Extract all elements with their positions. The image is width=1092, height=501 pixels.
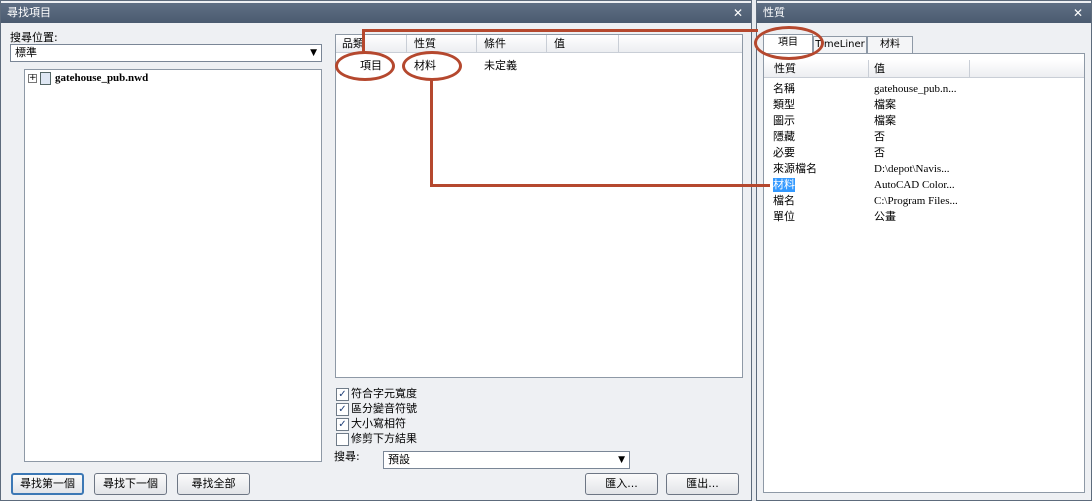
- find-items-title-bar: 尋找項目: [1, 3, 751, 23]
- property-value: 否: [874, 146, 885, 159]
- property-value: 否: [874, 130, 885, 143]
- annotation-line: [430, 79, 433, 187]
- annotation-line: [430, 184, 770, 187]
- properties-grid-header: 性質 值: [764, 60, 1084, 78]
- grid-header-separator: [969, 60, 970, 78]
- property-row[interactable]: 隱藏 否: [773, 130, 1073, 146]
- property-name: 隱藏: [773, 130, 795, 143]
- search-mode-select[interactable]: 預設 ▼: [383, 451, 630, 469]
- search-mode-value: 預設: [388, 453, 410, 466]
- search-location-select[interactable]: 標準 ▼: [10, 44, 322, 62]
- annotation-line: [362, 29, 758, 32]
- chevron-down-icon: ▼: [310, 48, 317, 58]
- annotation-ellipse-item-tab: [754, 26, 824, 60]
- tab-material[interactable]: 材料: [867, 36, 913, 53]
- property-value: 檔案: [874, 114, 896, 127]
- expand-icon[interactable]: +: [28, 74, 37, 83]
- property-name: 來源檔名: [773, 162, 817, 175]
- option-label: 大小寫相符: [351, 417, 406, 430]
- annotation-ellipse-material: [402, 51, 462, 81]
- property-row[interactable]: 名稱 gatehouse_pub.n...: [773, 82, 1073, 98]
- search-mode-label: 搜尋:: [334, 450, 360, 463]
- find-items-close-icon[interactable]: ✕: [730, 3, 746, 23]
- annotation-ellipse-item: [335, 51, 395, 81]
- property-value: 公畫: [874, 210, 896, 223]
- grid-header-separator: [868, 60, 869, 78]
- property-name: 名稱: [773, 82, 795, 95]
- find-all-button[interactable]: 尋找全部: [177, 473, 250, 495]
- conditions-grid[interactable]: 品類 性質 條件 值 項目 材料 未定義: [335, 34, 743, 378]
- import-button[interactable]: 匯入...: [585, 473, 658, 495]
- search-location-value: 標準: [15, 46, 37, 59]
- grid-header-condition[interactable]: 條件: [484, 35, 506, 53]
- grid-header-separator: [406, 35, 407, 53]
- grid-cell-condition[interactable]: 未定義: [484, 59, 517, 73]
- checkbox-checked-icon[interactable]: ✓: [336, 388, 349, 401]
- property-value: AutoCAD Color...: [874, 179, 955, 191]
- properties-header-value[interactable]: 值: [874, 60, 885, 78]
- selection-tree[interactable]: + gatehouse_pub.nwd: [24, 69, 322, 462]
- find-first-button[interactable]: 尋找第一個: [11, 473, 84, 495]
- checkbox-checked-icon[interactable]: ✓: [336, 418, 349, 431]
- grid-header-value[interactable]: 值: [554, 35, 565, 53]
- properties-title-bar: 性質: [757, 3, 1091, 23]
- property-row[interactable]: 必要 否: [773, 146, 1073, 162]
- checkbox-unchecked-icon[interactable]: [336, 433, 349, 446]
- properties-title: 性質: [763, 6, 785, 19]
- option-label: 符合字元寬度: [351, 387, 417, 400]
- option-label: 修剪下方結果: [351, 432, 417, 445]
- export-button[interactable]: 匯出...: [666, 473, 739, 495]
- properties-close-icon[interactable]: ✕: [1070, 3, 1086, 23]
- grid-header: 品類 性質 條件 值: [336, 35, 742, 53]
- checkbox-checked-icon[interactable]: ✓: [336, 403, 349, 416]
- property-value: gatehouse_pub.n...: [874, 83, 957, 95]
- property-row[interactable]: 類型 檔案: [773, 98, 1073, 114]
- property-row[interactable]: 圖示 檔案: [773, 114, 1073, 130]
- properties-header-property[interactable]: 性質: [774, 60, 796, 78]
- option-label: 區分變音符號: [351, 402, 417, 415]
- chevron-down-icon: ▼: [618, 455, 625, 465]
- tree-item-label: gatehouse_pub.nwd: [55, 72, 149, 84]
- property-row[interactable]: 單位 公畫: [773, 210, 1073, 226]
- grid-header-separator: [618, 35, 619, 53]
- grid-header-separator: [546, 35, 547, 53]
- property-name: 必要: [773, 146, 795, 159]
- file-icon: [40, 72, 51, 85]
- property-row[interactable]: 檔名 C:\Program Files...: [773, 194, 1073, 210]
- property-row[interactable]: 來源檔名 D:\depot\Navis...: [773, 162, 1073, 178]
- find-items-title: 尋找項目: [7, 6, 51, 19]
- find-next-button[interactable]: 尋找下一個: [94, 473, 167, 495]
- property-name: 材料: [773, 178, 795, 192]
- search-location-label: 搜尋位置:: [10, 31, 58, 44]
- property-name: 單位: [773, 210, 795, 223]
- property-value: 檔案: [874, 98, 896, 111]
- property-value: C:\Program Files...: [874, 195, 958, 207]
- property-name: 圖示: [773, 114, 795, 127]
- property-name: 檔名: [773, 194, 795, 207]
- property-row-selected[interactable]: 材料 AutoCAD Color...: [773, 178, 1073, 194]
- annotation-line: [362, 29, 365, 53]
- grid-header-separator: [476, 35, 477, 53]
- property-name: 類型: [773, 98, 795, 111]
- grid-row[interactable]: 項目 材料 未定義: [336, 57, 742, 73]
- property-value: D:\depot\Navis...: [874, 163, 950, 175]
